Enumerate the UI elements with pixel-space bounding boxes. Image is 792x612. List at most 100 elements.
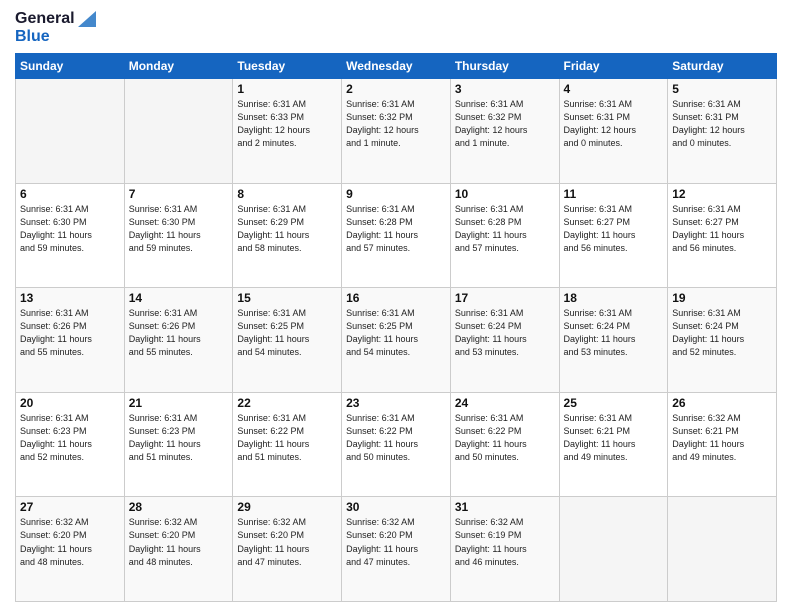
day-number: 26	[672, 396, 772, 410]
day-detail: Sunrise: 6:31 AM Sunset: 6:26 PM Dayligh…	[129, 307, 229, 359]
day-cell: 15 Sunrise: 6:31 AM Sunset: 6:25 PM Dayli…	[233, 288, 342, 393]
day-detail: Sunrise: 6:31 AM Sunset: 6:23 PM Dayligh…	[20, 412, 120, 464]
day-number: 10	[455, 187, 555, 201]
day-cell: 10 Sunrise: 6:31 AM Sunset: 6:28 PM Dayli…	[450, 183, 559, 288]
day-header-saturday: Saturday	[668, 54, 777, 79]
day-detail: Sunrise: 6:32 AM Sunset: 6:20 PM Dayligh…	[346, 516, 446, 568]
day-number: 14	[129, 291, 229, 305]
day-number: 21	[129, 396, 229, 410]
week-row-3: 13Sunrise: 6:31 AM Sunset: 6:26 PM Dayli…	[16, 288, 777, 393]
day-cell: 14 Sunrise: 6:31 AM Sunset: 6:26 PM Dayli…	[124, 288, 233, 393]
day-detail: Sunrise: 6:31 AM Sunset: 6:32 PM Dayligh…	[455, 98, 555, 150]
day-cell: 8 Sunrise: 6:31 AM Sunset: 6:29 PM Daylig…	[233, 183, 342, 288]
day-number: 4	[564, 82, 664, 96]
day-detail: Sunrise: 6:31 AM Sunset: 6:21 PM Dayligh…	[564, 412, 664, 464]
day-number: 1	[237, 82, 337, 96]
day-cell: 12 Sunrise: 6:31 AM Sunset: 6:27 PM Dayli…	[668, 183, 777, 288]
calendar-body: 1 Sunrise: 6:31 AM Sunset: 6:33 PM Daylig…	[16, 79, 777, 602]
day-header-thursday: Thursday	[450, 54, 559, 79]
day-detail: Sunrise: 6:31 AM Sunset: 6:24 PM Dayligh…	[564, 307, 664, 359]
day-detail: Sunrise: 6:31 AM Sunset: 6:30 PM Dayligh…	[20, 203, 120, 255]
day-cell: 9 Sunrise: 6:31 AM Sunset: 6:28 PM Daylig…	[342, 183, 451, 288]
day-cell: 19Sunrise: 6:31 AM Sunset: 6:24 PM Dayli…	[668, 288, 777, 393]
calendar-header: SundayMondayTuesdayWednesdayThursdayFrid…	[16, 54, 777, 79]
day-number: 31	[455, 500, 555, 514]
day-cell: 31 Sunrise: 6:32 AM Sunset: 6:19 PM Dayli…	[450, 497, 559, 602]
day-number: 22	[237, 396, 337, 410]
day-cell	[124, 79, 233, 184]
day-detail: Sunrise: 6:31 AM Sunset: 6:29 PM Dayligh…	[237, 203, 337, 255]
day-number: 17	[455, 291, 555, 305]
header-row: SundayMondayTuesdayWednesdayThursdayFrid…	[16, 54, 777, 79]
day-cell: 21Sunrise: 6:31 AM Sunset: 6:23 PM Dayli…	[124, 392, 233, 497]
day-header-wednesday: Wednesday	[342, 54, 451, 79]
day-cell: 29 Sunrise: 6:32 AM Sunset: 6:20 PM Dayli…	[233, 497, 342, 602]
day-cell: 22 Sunrise: 6:31 AM Sunset: 6:22 PM Dayli…	[233, 392, 342, 497]
day-detail: Sunrise: 6:31 AM Sunset: 6:22 PM Dayligh…	[237, 412, 337, 464]
day-cell: 16 Sunrise: 6:31 AM Sunset: 6:25 PM Dayli…	[342, 288, 451, 393]
day-detail: Sunrise: 6:31 AM Sunset: 6:22 PM Dayligh…	[455, 412, 555, 464]
day-detail: Sunrise: 6:32 AM Sunset: 6:19 PM Dayligh…	[455, 516, 555, 568]
day-cell: 27 Sunrise: 6:32 AM Sunset: 6:20 PM Dayli…	[16, 497, 125, 602]
logo: GeneralBlue	[15, 10, 96, 45]
day-cell: 28Sunrise: 6:32 AM Sunset: 6:20 PM Dayli…	[124, 497, 233, 602]
day-cell: 17 Sunrise: 6:31 AM Sunset: 6:24 PM Dayli…	[450, 288, 559, 393]
day-detail: Sunrise: 6:31 AM Sunset: 6:22 PM Dayligh…	[346, 412, 446, 464]
day-number: 16	[346, 291, 446, 305]
day-detail: Sunrise: 6:32 AM Sunset: 6:20 PM Dayligh…	[237, 516, 337, 568]
day-detail: Sunrise: 6:31 AM Sunset: 6:28 PM Dayligh…	[455, 203, 555, 255]
week-row-4: 20Sunrise: 6:31 AM Sunset: 6:23 PM Dayli…	[16, 392, 777, 497]
day-number: 18	[564, 291, 664, 305]
day-number: 3	[455, 82, 555, 96]
day-cell: 20Sunrise: 6:31 AM Sunset: 6:23 PM Dayli…	[16, 392, 125, 497]
day-cell: 24Sunrise: 6:31 AM Sunset: 6:22 PM Dayli…	[450, 392, 559, 497]
day-cell: 30 Sunrise: 6:32 AM Sunset: 6:20 PM Dayli…	[342, 497, 451, 602]
day-detail: Sunrise: 6:31 AM Sunset: 6:31 PM Dayligh…	[564, 98, 664, 150]
day-detail: Sunrise: 6:31 AM Sunset: 6:25 PM Dayligh…	[346, 307, 446, 359]
week-row-2: 6 Sunrise: 6:31 AM Sunset: 6:30 PM Daylig…	[16, 183, 777, 288]
day-number: 23	[346, 396, 446, 410]
day-cell: 26 Sunrise: 6:32 AM Sunset: 6:21 PM Dayli…	[668, 392, 777, 497]
logo-text: GeneralBlue	[15, 10, 96, 45]
day-number: 9	[346, 187, 446, 201]
calendar: SundayMondayTuesdayWednesdayThursdayFrid…	[15, 53, 777, 602]
day-number: 25	[564, 396, 664, 410]
day-number: 29	[237, 500, 337, 514]
header: GeneralBlue	[15, 10, 777, 45]
day-cell: 5 Sunrise: 6:31 AM Sunset: 6:31 PM Daylig…	[668, 79, 777, 184]
day-number: 7	[129, 187, 229, 201]
day-detail: Sunrise: 6:31 AM Sunset: 6:26 PM Dayligh…	[20, 307, 120, 359]
day-detail: Sunrise: 6:31 AM Sunset: 6:28 PM Dayligh…	[346, 203, 446, 255]
day-detail: Sunrise: 6:31 AM Sunset: 6:24 PM Dayligh…	[455, 307, 555, 359]
day-cell: 7 Sunrise: 6:31 AM Sunset: 6:30 PM Daylig…	[124, 183, 233, 288]
day-detail: Sunrise: 6:31 AM Sunset: 6:30 PM Dayligh…	[129, 203, 229, 255]
day-cell	[559, 497, 668, 602]
day-number: 15	[237, 291, 337, 305]
day-cell	[668, 497, 777, 602]
day-cell: 6 Sunrise: 6:31 AM Sunset: 6:30 PM Daylig…	[16, 183, 125, 288]
day-detail: Sunrise: 6:31 AM Sunset: 6:33 PM Dayligh…	[237, 98, 337, 150]
day-number: 30	[346, 500, 446, 514]
day-number: 5	[672, 82, 772, 96]
day-header-friday: Friday	[559, 54, 668, 79]
day-number: 11	[564, 187, 664, 201]
day-detail: Sunrise: 6:31 AM Sunset: 6:27 PM Dayligh…	[672, 203, 772, 255]
day-detail: Sunrise: 6:31 AM Sunset: 6:25 PM Dayligh…	[237, 307, 337, 359]
day-detail: Sunrise: 6:31 AM Sunset: 6:27 PM Dayligh…	[564, 203, 664, 255]
day-number: 12	[672, 187, 772, 201]
day-detail: Sunrise: 6:31 AM Sunset: 6:31 PM Dayligh…	[672, 98, 772, 150]
day-detail: Sunrise: 6:32 AM Sunset: 6:20 PM Dayligh…	[129, 516, 229, 568]
day-cell: 3 Sunrise: 6:31 AM Sunset: 6:32 PM Daylig…	[450, 79, 559, 184]
day-cell: 23 Sunrise: 6:31 AM Sunset: 6:22 PM Dayli…	[342, 392, 451, 497]
day-cell: 11 Sunrise: 6:31 AM Sunset: 6:27 PM Dayli…	[559, 183, 668, 288]
day-number: 27	[20, 500, 120, 514]
day-detail: Sunrise: 6:31 AM Sunset: 6:32 PM Dayligh…	[346, 98, 446, 150]
day-cell: 13Sunrise: 6:31 AM Sunset: 6:26 PM Dayli…	[16, 288, 125, 393]
day-detail: Sunrise: 6:32 AM Sunset: 6:20 PM Dayligh…	[20, 516, 120, 568]
day-number: 8	[237, 187, 337, 201]
day-header-monday: Monday	[124, 54, 233, 79]
day-header-sunday: Sunday	[16, 54, 125, 79]
week-row-1: 1 Sunrise: 6:31 AM Sunset: 6:33 PM Daylig…	[16, 79, 777, 184]
day-number: 6	[20, 187, 120, 201]
day-detail: Sunrise: 6:32 AM Sunset: 6:21 PM Dayligh…	[672, 412, 772, 464]
